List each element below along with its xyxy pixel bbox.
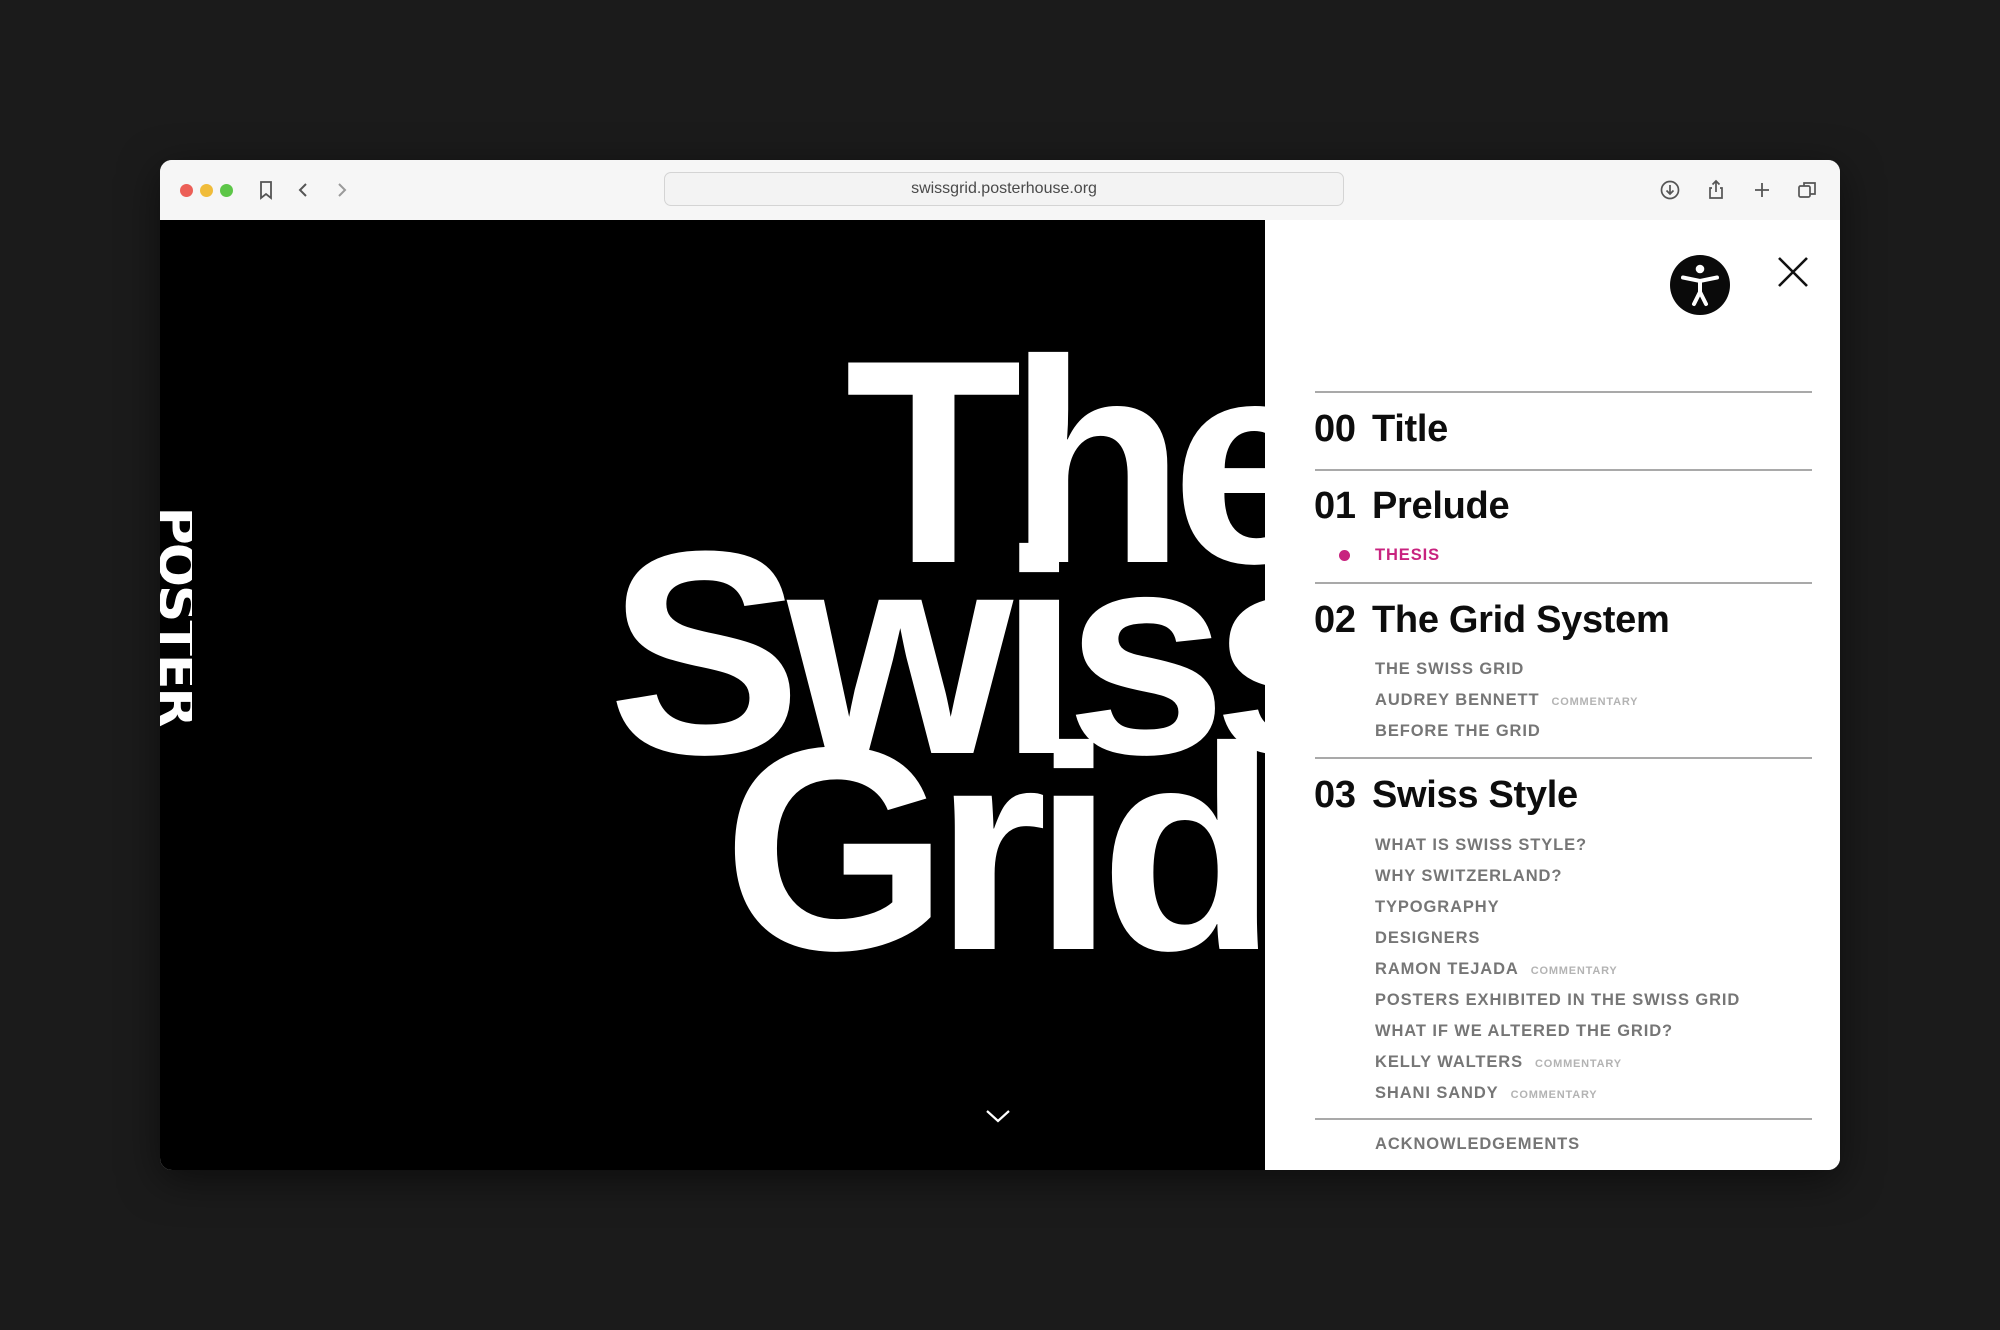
forward-icon[interactable] — [328, 177, 354, 203]
hero-title: The Swiss Grid — [160, 220, 1265, 1170]
menu-section-swiss-style[interactable]: 03 Swiss Style — [1314, 774, 1578, 817]
close-icon[interactable] — [1777, 256, 1809, 288]
menu-item-acknowledgements[interactable]: ACKNOWLEDGEMENTS — [1375, 1135, 1580, 1154]
section-label: Swiss Style — [1372, 774, 1578, 816]
menu-divider — [1315, 469, 1812, 471]
section-label: The Grid System — [1372, 599, 1670, 641]
menu-item-what-is-swiss-style[interactable]: WHAT IS SWISS STYLE? — [1375, 836, 1587, 855]
menu-divider — [1315, 582, 1812, 584]
address-bar[interactable]: swissgrid.posterhouse.org — [664, 172, 1344, 206]
section-number: 01 — [1314, 485, 1356, 527]
menu-divider — [1315, 757, 1812, 759]
menu-item-typography[interactable]: TYPOGRAPHY — [1375, 898, 1500, 917]
section-label: Title — [1372, 408, 1448, 450]
url-text: swissgrid.posterhouse.org — [911, 180, 1097, 197]
section-number: 00 — [1314, 408, 1356, 450]
menu-item-altered-grid[interactable]: WHAT IF WE ALTERED THE GRID? — [1375, 1022, 1673, 1041]
section-label: Prelude — [1372, 485, 1510, 527]
menu-item-the-swiss-grid[interactable]: THE SWISS GRID — [1375, 660, 1524, 679]
menu-item-shani-sandy[interactable]: SHANI SANDY COMMENTARY — [1375, 1084, 1597, 1103]
accessibility-icon[interactable] — [1670, 255, 1730, 315]
section-number: 02 — [1314, 599, 1356, 641]
browser-toolbar: swissgrid.posterhouse.org — [160, 160, 1840, 221]
menu-item-thesis[interactable]: THESIS — [1375, 546, 1440, 565]
new-tab-icon[interactable] — [1749, 177, 1775, 203]
zoom-window-button[interactable] — [220, 184, 233, 197]
tabs-overview-icon[interactable] — [1794, 177, 1820, 203]
sidebar-icon[interactable] — [253, 177, 279, 203]
section-number: 03 — [1314, 774, 1356, 816]
active-indicator — [1339, 550, 1350, 561]
hero-section: POSTER The Swiss Grid — [160, 220, 1265, 1170]
commentary-tag: COMMENTARY — [1530, 965, 1618, 977]
commentary-tag: COMMENTARY — [1535, 1058, 1622, 1070]
menu-divider — [1315, 1118, 1812, 1120]
menu-item-posters-exhibited[interactable]: POSTERS EXHIBITED IN THE SWISS GRID — [1375, 991, 1740, 1010]
back-icon[interactable] — [291, 177, 317, 203]
menu-section-title[interactable]: 00 Title — [1314, 408, 1448, 451]
menu-item-kelly-walters[interactable]: KELLY WALTERS COMMENTARY — [1375, 1053, 1622, 1072]
hero-title-line: Grid — [723, 687, 1265, 1011]
menu-section-prelude[interactable]: 01 Prelude — [1314, 485, 1510, 528]
commentary-tag: COMMENTARY — [1510, 1089, 1598, 1101]
menu-item-designers[interactable]: DESIGNERS — [1375, 929, 1480, 948]
download-icon[interactable] — [1657, 177, 1683, 203]
browser-window: swissgrid.posterhouse.org POSTER The Swi… — [160, 160, 1840, 1170]
minimize-window-button[interactable] — [200, 184, 213, 197]
menu-item-ramon-tejada[interactable]: RAMON TEJADA COMMENTARY — [1375, 960, 1618, 979]
share-icon[interactable] — [1703, 177, 1729, 203]
commentary-tag: COMMENTARY — [1551, 696, 1639, 708]
scroll-down-icon[interactable] — [984, 1105, 1012, 1125]
menu-item-why-switzerland[interactable]: WHY SWITZERLAND? — [1375, 867, 1562, 886]
menu-item-audrey-bennett[interactable]: AUDREY BENNETT COMMENTARY — [1375, 691, 1638, 710]
menu-divider — [1315, 391, 1812, 393]
close-window-button[interactable] — [180, 184, 193, 197]
menu-section-grid-system[interactable]: 02 The Grid System — [1314, 599, 1670, 642]
menu-item-before-the-grid[interactable]: BEFORE THE GRID — [1375, 722, 1541, 741]
